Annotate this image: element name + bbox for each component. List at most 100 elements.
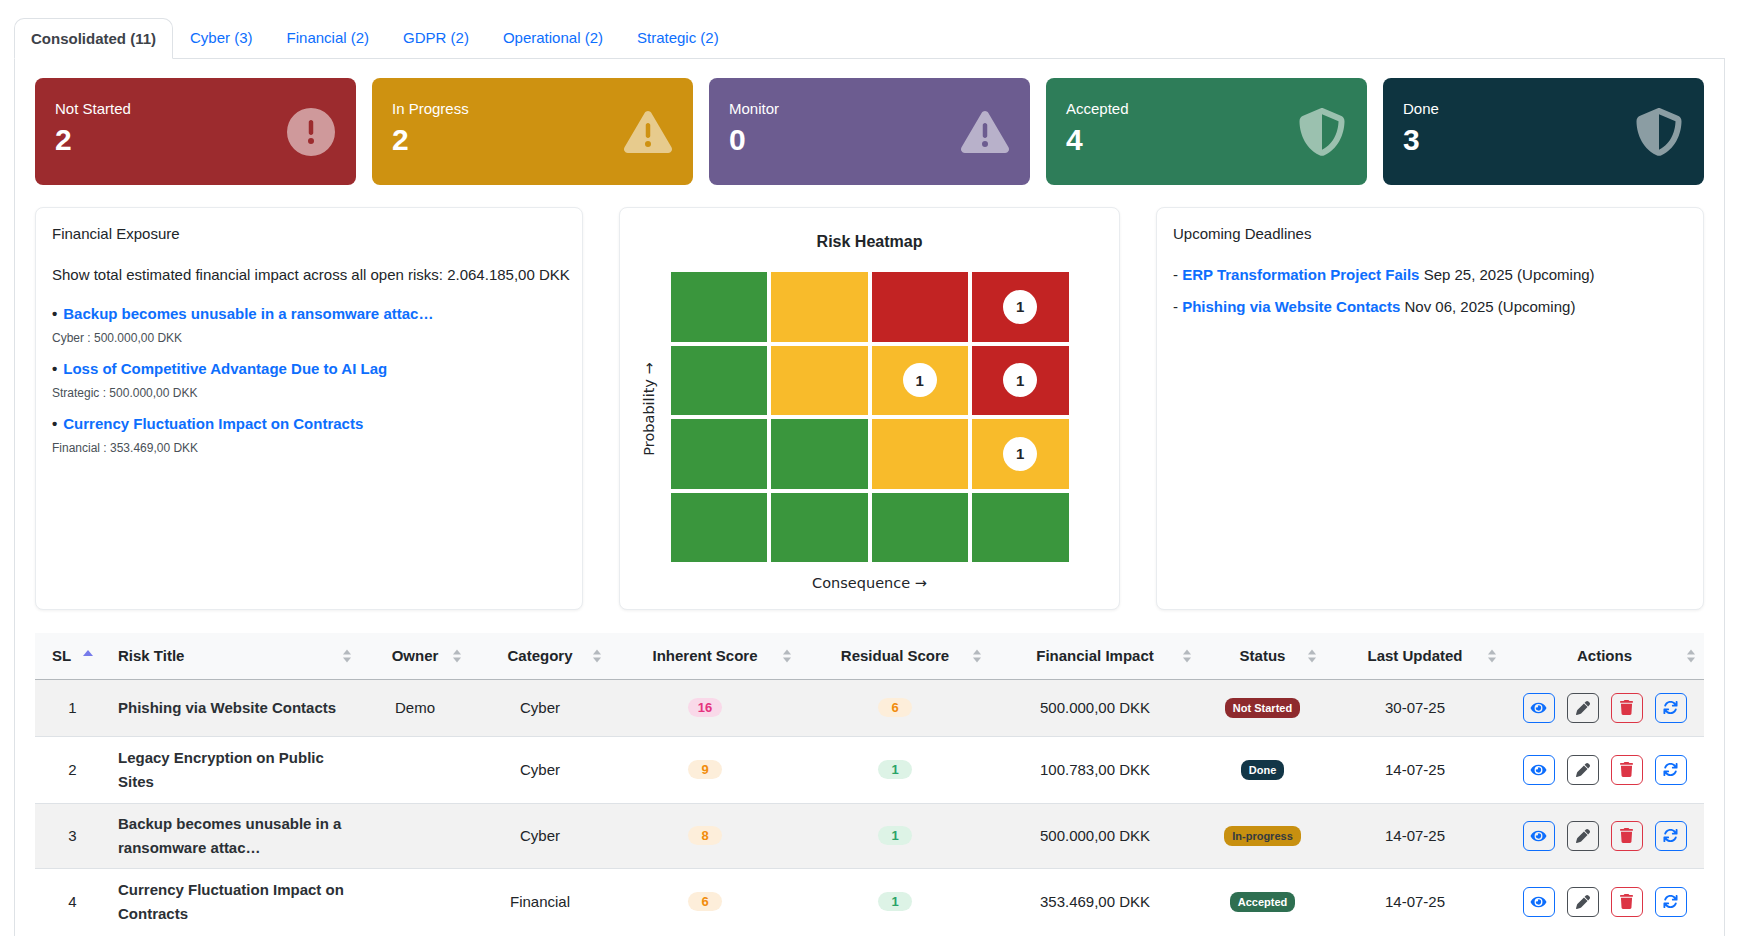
exposure-risk-link[interactable]: Loss of Competitive Advantage Due to AI … xyxy=(63,360,387,377)
deadline-risk-link[interactable]: Phishing via Website Contacts xyxy=(1182,298,1400,315)
heatmap-cell-r2-c1-green xyxy=(671,346,768,416)
column-header-label: Actions xyxy=(1577,647,1632,664)
risk-row-3: 3Backup becomes unusable in a ransomware… xyxy=(35,803,1704,868)
bullet-icon: • xyxy=(52,415,57,432)
tab-consolidated-11[interactable]: Consolidated (11) xyxy=(14,18,173,59)
column-header-financial-impact[interactable]: Financial Impact xyxy=(990,633,1200,679)
refresh-icon xyxy=(1663,828,1678,843)
view-button[interactable] xyxy=(1523,755,1555,785)
exposure-risk-link[interactable]: Currency Fluctuation Impact on Contracts xyxy=(63,415,363,432)
heatmap-cell-r2-c3-yellow: 1 xyxy=(872,346,969,416)
exposure-item-line: •Backup becomes unusable in a ransomware… xyxy=(52,302,566,326)
cell-actions xyxy=(1505,679,1704,736)
status-badge: Not Started xyxy=(1225,698,1300,718)
edit-button[interactable] xyxy=(1567,887,1599,917)
inherent-score-pill: 9 xyxy=(688,760,722,779)
heatmap-cell-r3-c3-yellow xyxy=(872,419,969,489)
edit-button[interactable] xyxy=(1567,693,1599,723)
financial-exposure-summary: Show total estimated financial impact ac… xyxy=(52,264,566,285)
cell-sl: 2 xyxy=(35,736,110,803)
circle-exclamation-icon xyxy=(287,108,335,156)
sort-ascending-icon[interactable] xyxy=(83,650,93,656)
risk-row-2: 2Legacy Encryption on Public Sites Cyber 9… xyxy=(35,736,1704,803)
deadline-risk-link[interactable]: ERP Transformation Project Fails xyxy=(1182,266,1419,283)
risk-table-header: SLRisk TitleOwner Category Inherent ScoreR… xyxy=(35,633,1704,679)
column-header-owner[interactable]: Owner xyxy=(360,633,470,679)
deadline-date: Nov 06, 2025 (Upcoming) xyxy=(1404,298,1575,315)
exposure-item-detail: Cyber : 500.000,00 DKK xyxy=(52,328,566,348)
exposure-risk-link[interactable]: Backup becomes unusable in a ransomware … xyxy=(63,305,433,322)
tab-cyber-3[interactable]: Cyber (3) xyxy=(173,17,270,58)
cell-actions xyxy=(1505,868,1704,935)
deadline-date: Sep 25, 2025 (Upcoming) xyxy=(1424,266,1595,283)
column-header-risk-title[interactable]: Risk Title xyxy=(110,633,360,679)
column-header-actions[interactable]: Actions xyxy=(1505,633,1704,679)
tab-operational-2[interactable]: Operational (2) xyxy=(486,17,620,58)
delete-button[interactable] xyxy=(1611,821,1643,851)
row-actions xyxy=(1505,821,1704,851)
eye-icon xyxy=(1530,763,1547,777)
view-button[interactable] xyxy=(1523,887,1555,917)
sort-icon[interactable] xyxy=(593,649,601,662)
tab-gdpr-2[interactable]: GDPR (2) xyxy=(386,17,486,58)
sort-icon[interactable] xyxy=(1687,649,1695,662)
sort-icon[interactable] xyxy=(1183,649,1191,662)
cell-category: Cyber xyxy=(470,736,610,803)
upcoming-deadlines-list: - ERP Transformation Project Fails Sep 2… xyxy=(1173,264,1687,317)
column-header-category[interactable]: Category xyxy=(470,633,610,679)
column-header-status[interactable]: Status xyxy=(1200,633,1325,679)
refresh-button[interactable] xyxy=(1655,693,1687,723)
cell-financial-impact: 500.000,00 DKK xyxy=(990,803,1200,868)
tab-financial-2[interactable]: Financial (2) xyxy=(270,17,387,58)
cell-actions xyxy=(1505,736,1704,803)
heatmap-cell-r1-c3-red xyxy=(872,272,969,342)
status-card-not-started: Not Started2 xyxy=(35,78,356,185)
edit-button[interactable] xyxy=(1567,821,1599,851)
sort-icon[interactable] xyxy=(343,649,351,662)
exposure-item-detail: Strategic : 500.000,00 DKK xyxy=(52,383,566,403)
heatmap-cell-r3-c1-green xyxy=(671,419,768,489)
column-header-last-updated[interactable]: Last Updated xyxy=(1325,633,1505,679)
cell-residual-score: 1 xyxy=(800,868,990,935)
refresh-button[interactable] xyxy=(1655,887,1687,917)
delete-button[interactable] xyxy=(1611,693,1643,723)
heatmap-y-axis-label: Probability → xyxy=(641,362,657,455)
sort-icon[interactable] xyxy=(1308,649,1316,662)
column-header-label: Category xyxy=(507,647,572,664)
deadline-dash: - xyxy=(1173,266,1182,283)
sort-icon[interactable] xyxy=(783,649,791,662)
cell-status: In-progress xyxy=(1200,803,1325,868)
trash-icon xyxy=(1620,762,1633,777)
cell-sl: 1 xyxy=(35,679,110,736)
edit-button[interactable] xyxy=(1567,755,1599,785)
column-header-residual-score[interactable]: Residual Score xyxy=(800,633,990,679)
cell-inherent-score: 9 xyxy=(610,736,800,803)
exposure-item: • Currency Fluctuation Impact on Contract… xyxy=(52,412,566,458)
cell-sl: 4 xyxy=(35,868,110,935)
cell-status: Accepted xyxy=(1200,868,1325,935)
refresh-button[interactable] xyxy=(1655,755,1687,785)
column-header-inherent-score[interactable]: Inherent Score xyxy=(610,633,800,679)
sort-icon[interactable] xyxy=(453,649,461,662)
deadline-dash: - xyxy=(1173,298,1182,315)
deadline-item: - Phishing via Website Contacts Nov 06, … xyxy=(1173,296,1687,317)
sort-icon[interactable] xyxy=(1488,649,1496,662)
status-card-icon-box xyxy=(1635,108,1683,156)
cell-category: Financial xyxy=(470,868,610,935)
cell-financial-impact: 500.000,00 DKK xyxy=(990,679,1200,736)
heatmap-cell-r3-c4-yellow: 1 xyxy=(972,419,1069,489)
view-button[interactable] xyxy=(1523,693,1555,723)
pencil-icon xyxy=(1576,701,1590,715)
status-badge: Accepted xyxy=(1230,892,1296,912)
view-button[interactable] xyxy=(1523,821,1555,851)
upcoming-deadlines-title: Upcoming Deadlines xyxy=(1173,224,1687,243)
cell-risk-title: Legacy Encryption on Public Sites xyxy=(110,736,360,803)
refresh-button[interactable] xyxy=(1655,821,1687,851)
delete-button[interactable] xyxy=(1611,755,1643,785)
sort-icon[interactable] xyxy=(973,649,981,662)
column-header-sl[interactable]: SL xyxy=(35,633,110,679)
refresh-icon xyxy=(1663,762,1678,777)
tab-strategic-2[interactable]: Strategic (2) xyxy=(620,17,736,58)
column-header-label: Status xyxy=(1240,647,1286,664)
delete-button[interactable] xyxy=(1611,887,1643,917)
